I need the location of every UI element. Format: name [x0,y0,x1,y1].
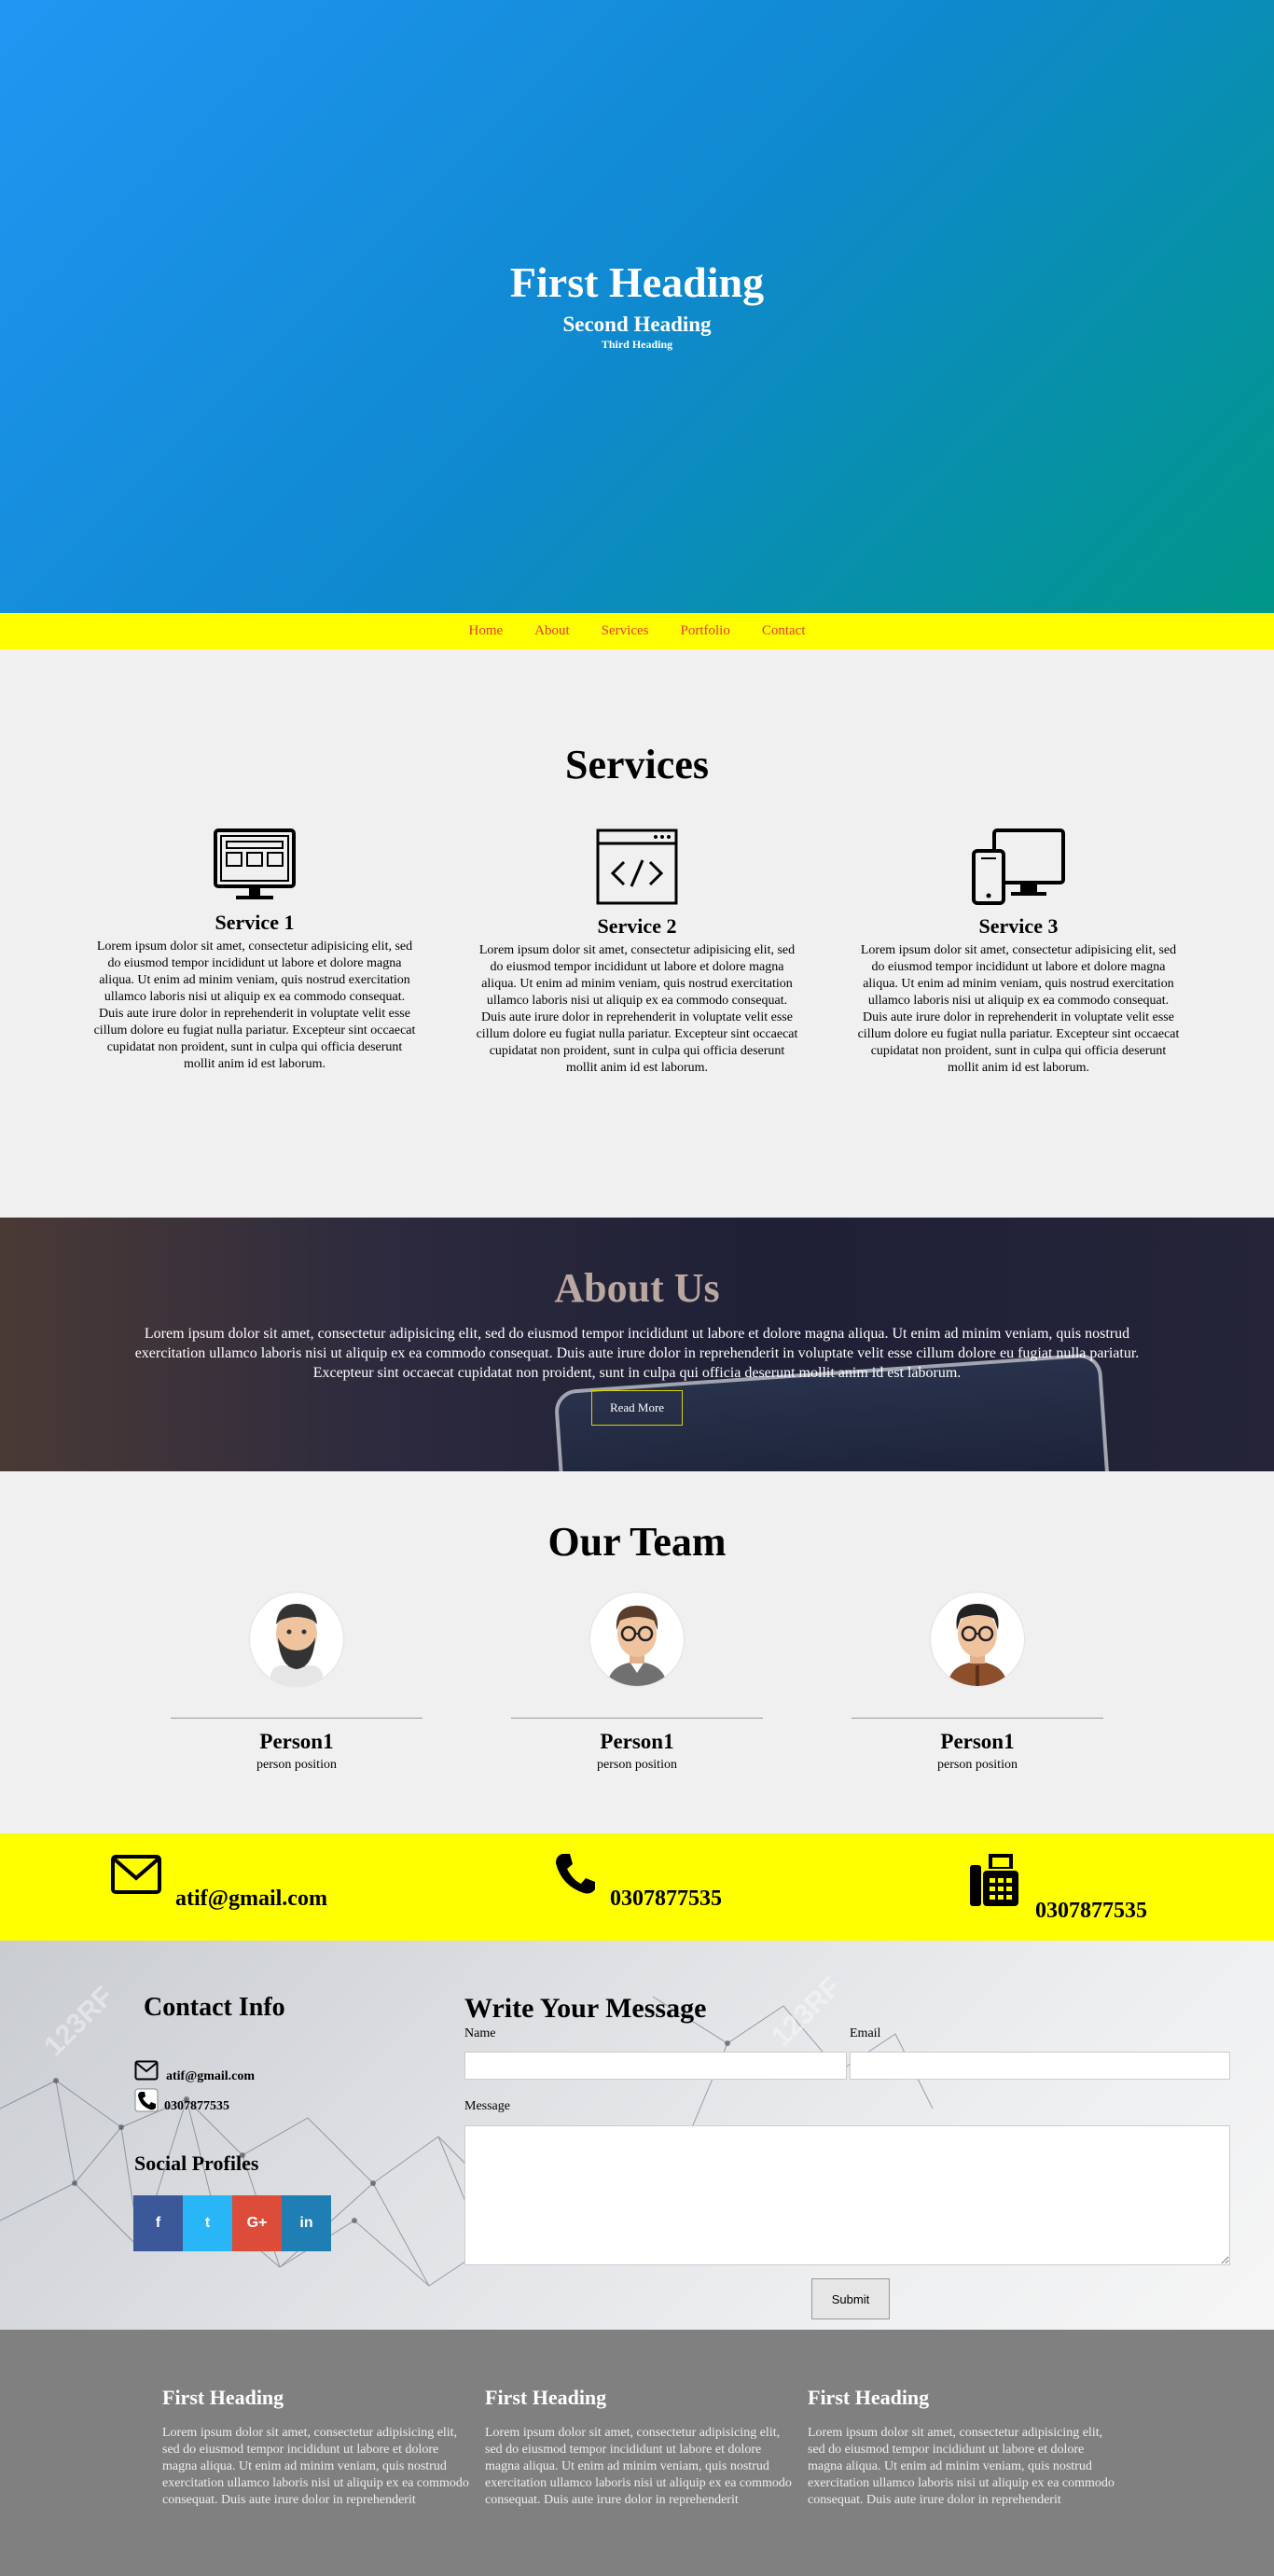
divider [852,1718,1103,1719]
footer-column-2: First Heading Lorem ipsum dolor sit amet… [485,2386,793,2509]
responsive-devices-icon [972,828,1065,905]
facebook-icon[interactable]: f [133,2195,183,2251]
nav-link-contact[interactable]: Contact [762,623,806,639]
service-title: Service 2 [597,914,677,938]
service-text: Lorem ipsum dolor sit amet, consectetur … [476,943,798,1075]
hero-heading-1: First Heading [509,258,765,306]
team-member-2: Person1 person position [511,1593,763,1773]
divider [171,1718,422,1719]
footer-heading: First Heading [162,2386,284,2409]
nav-link-about[interactable]: About [534,623,570,639]
message-textarea[interactable] [464,2125,1230,2265]
services-section: Services Service 1 Lorem ipsum dolor sit… [0,649,1274,1218]
avatar [931,1593,1024,1686]
submit-button[interactable]: Submit [811,2278,890,2319]
contact-info-title: Contact Info [144,1993,285,2022]
man-in-suit-avatar-icon [948,1604,1007,1686]
service-card-2: Service 2 Lorem ipsum dolor sit amet, co… [474,827,800,1077]
phone-icon [134,2088,159,2112]
member-name: Person1 [940,1730,1015,1753]
google-plus-icon[interactable]: G+ [232,2195,282,2251]
contact-section: 123RF 123RF Contact Info atif@gmail.com … [0,1941,1274,2330]
browser-window-icon [214,828,296,899]
email-input[interactable] [850,2052,1230,2080]
member-name: Person1 [600,1730,674,1753]
team-member-3: Person1 person position [852,1593,1103,1773]
service-title: Service 1 [215,911,295,934]
envelope-icon [111,1855,161,1894]
footer: First Heading Lorem ipsum dolor sit amet… [0,2330,1274,2576]
name-input[interactable] [464,2052,847,2080]
divider [511,1718,763,1719]
nav-link-services[interactable]: Services [602,623,649,639]
footer-text: Lorem ipsum dolor sit amet, consectetur … [808,2426,1115,2507]
team-member-1: Person1 person position [171,1593,422,1773]
read-more-button[interactable]: Read More [591,1390,683,1426]
service-text: Lorem ipsum dolor sit amet, consectetur … [93,940,416,1071]
linkedin-icon[interactable]: in [282,2195,331,2251]
services-title: Services [565,742,709,787]
email-label: Email [850,2026,881,2040]
contact-bar-email: atif@gmail.com [175,1887,327,1911]
footer-text: Lorem ipsum dolor sit amet, consectetur … [162,2426,469,2507]
member-name: Person1 [259,1730,334,1753]
member-position: person position [937,1758,1018,1772]
team-section: Our Team Person1 person position Person1… [0,1471,1274,1833]
contact-bar: atif@gmail.com 0307877535 0307877535 [0,1833,1274,1941]
fax-icon [970,1854,1018,1906]
name-label: Name [464,2026,496,2040]
footer-column-1: First Heading Lorem ipsum dolor sit amet… [162,2386,470,2509]
phone-icon [556,1854,595,1894]
code-window-icon [596,828,678,905]
service-card-3: Service 3 Lorem ipsum dolor sit amet, co… [855,827,1182,1077]
contact-bar-phone: 0307877535 [610,1887,722,1911]
message-form-title: Write Your Message [464,1993,707,2024]
twitter-icon[interactable]: t [183,2195,232,2251]
nav-link-home[interactable]: Home [469,623,504,639]
hero-heading-3: Third Heading [601,338,673,351]
hero-heading-2: Second Heading [562,313,712,336]
hero-banner: First Heading Second Heading Third Headi… [0,0,1274,613]
envelope-icon [134,2060,159,2081]
footer-text: Lorem ipsum dolor sit amet, consectetur … [485,2426,792,2507]
contact-info-phone: 0307877535 [164,2099,229,2113]
man-with-glasses-avatar-icon [607,1606,667,1686]
avatar [250,1593,343,1686]
contact-info-email: atif@gmail.com [166,2069,256,2083]
about-section: About Us Lorem ipsum dolor sit amet, con… [0,1218,1274,1471]
service-title: Service 3 [978,914,1059,938]
about-title: About Us [554,1265,720,1311]
footer-heading: First Heading [808,2386,930,2409]
service-text: Lorem ipsum dolor sit amet, consectetur … [857,943,1180,1075]
social-profiles-title: Social Profiles [134,2151,259,2175]
bearded-man-avatar-icon [270,1604,323,1686]
footer-heading: First Heading [485,2386,607,2409]
service-card-1: Service 1 Lorem ipsum dolor sit amet, co… [91,827,418,1073]
member-position: person position [256,1758,337,1772]
about-text: Lorem ipsum dolor sit amet, consectetur … [134,1326,1140,1381]
main-navigation: Home About Services Portfolio Contact [0,613,1274,649]
message-label: Message [464,2099,510,2113]
nav-link-portfolio[interactable]: Portfolio [681,623,730,639]
avatar [590,1593,684,1686]
team-title: Our Team [547,1519,727,1565]
footer-column-3: First Heading Lorem ipsum dolor sit amet… [808,2386,1115,2509]
member-position: person position [597,1758,677,1772]
contact-bar-fax: 0307877535 [1035,1899,1147,1923]
